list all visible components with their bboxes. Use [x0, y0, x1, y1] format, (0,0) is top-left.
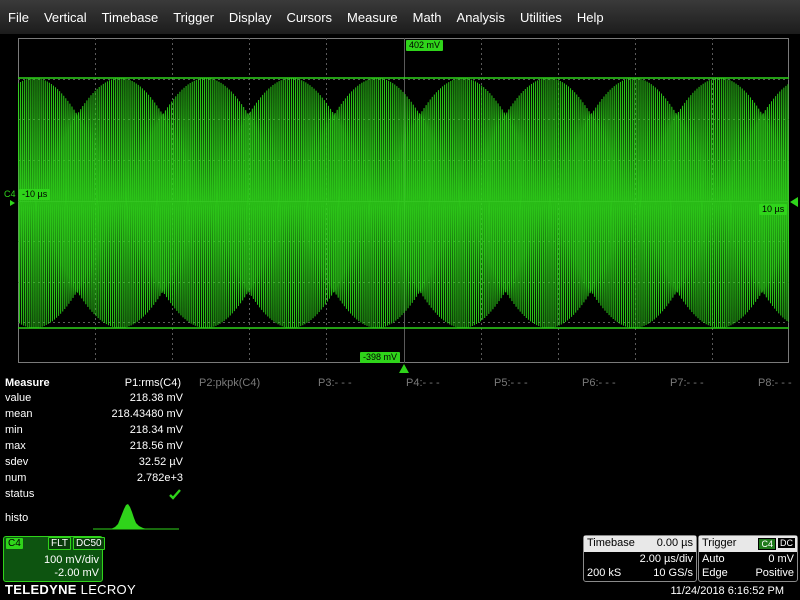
- param-p8[interactable]: P8:- - -: [758, 377, 792, 389]
- date-time: 11/24/2018 6:16:52 PM: [670, 585, 784, 597]
- measure-row-sdev: sdev 32.52 µV: [5, 456, 183, 472]
- param-p5[interactable]: P5:- - -: [494, 377, 528, 389]
- row-label: sdev: [5, 456, 29, 468]
- bottom-marker: -398 mV: [360, 352, 401, 363]
- waveform-display[interactable]: 402 mV -398 mV 10 µs -10 µs: [18, 38, 789, 363]
- menu-utilities[interactable]: Utilities: [512, 10, 569, 25]
- menu-measure[interactable]: Measure: [339, 10, 405, 25]
- row-value: 218.56 mV: [129, 440, 183, 452]
- trigger-title: Trigger: [702, 537, 737, 549]
- logo-bold: TELEDYNE: [5, 582, 77, 597]
- menu-vertical[interactable]: Vertical: [36, 10, 94, 25]
- menu-file[interactable]: File: [0, 10, 36, 25]
- trigger-source-badge: C4: [758, 538, 776, 550]
- param-p6[interactable]: P6:- - -: [582, 377, 616, 389]
- row-label: max: [5, 440, 26, 452]
- trigger-slope: Positive: [755, 567, 794, 579]
- menu-help[interactable]: Help: [569, 10, 611, 25]
- sample-count: 200 kS: [587, 567, 622, 579]
- trigger-type: Edge: [702, 567, 728, 579]
- channel-offset: -2.00 mV: [54, 567, 99, 579]
- logo-rest: LECROY: [76, 582, 136, 597]
- row-value: 218.38 mV: [129, 392, 183, 404]
- measure-row-min: min 218.34 mV: [5, 424, 183, 440]
- param-p7[interactable]: P7:- - -: [670, 377, 704, 389]
- row-value: 218.43480 mV: [111, 408, 183, 420]
- filter-badge: FLT: [48, 537, 72, 550]
- channel-c4-descriptor[interactable]: C4 FLT DC50 100 mV/div -2.00 mV: [3, 536, 105, 582]
- menu-trigger[interactable]: Trigger: [165, 10, 221, 25]
- channel-offset-arrow-icon[interactable]: [4, 199, 16, 207]
- param-p4[interactable]: P4:- - -: [406, 377, 440, 389]
- trigger-position-arrow-icon[interactable]: [399, 364, 409, 373]
- measure-row-num: num 2.782e+3: [5, 472, 183, 488]
- coupling-badge: DC50: [73, 537, 105, 550]
- row-label: min: [5, 424, 23, 436]
- menu-bar: File Vertical Timebase Trigger Display C…: [0, 0, 800, 34]
- param-p1[interactable]: P1:rms(C4): [113, 377, 181, 389]
- time-per-div: 2.00 µs/div: [639, 553, 693, 565]
- trigger-level: 0 mV: [768, 553, 794, 565]
- histogram-graphic[interactable]: [93, 502, 179, 530]
- timebase-delay: 0.00 µs: [656, 537, 693, 549]
- checkmark-icon: [169, 489, 181, 500]
- menu-analysis[interactable]: Analysis: [449, 10, 512, 25]
- trigger-header: Trigger C4 DC: [699, 536, 797, 552]
- sample-rate: 10 GS/s: [653, 567, 693, 579]
- teledyne-lecroy-logo: TELEDYNE LECROY: [5, 582, 136, 597]
- row-label: num: [5, 472, 27, 484]
- menu-display[interactable]: Display: [221, 10, 279, 25]
- waveform-grid[interactable]: [18, 38, 789, 363]
- trigger-descriptor[interactable]: Trigger C4 DC Auto 0 mV Edge Positive: [698, 535, 798, 582]
- menu-cursors[interactable]: Cursors: [279, 10, 340, 25]
- row-label: mean: [5, 408, 33, 420]
- right-time-marker: 10 µs: [759, 204, 788, 215]
- row-label: value: [5, 392, 32, 404]
- left-time-marker: -10 µs: [19, 189, 51, 200]
- top-marker: 402 mV: [406, 40, 444, 51]
- row-value: 2.782e+3: [136, 472, 183, 484]
- c4-waveform-trace: [18, 77, 789, 329]
- timebase-descriptor[interactable]: Timebase 0.00 µs 2.00 µs/div 200 kS 10 G…: [583, 535, 697, 582]
- trigger-mode: Auto: [702, 553, 725, 565]
- measure-panel: Measure P1:rms(C4) P2:pkpk(C4) P3:- - - …: [0, 374, 800, 534]
- measure-row-max: max 218.56 mV: [5, 440, 183, 456]
- row-label: status: [5, 488, 35, 500]
- timebase-title: Timebase: [587, 537, 635, 549]
- trigger-level-arrow-icon[interactable]: [789, 197, 799, 207]
- param-p2[interactable]: P2:pkpk(C4): [199, 377, 260, 389]
- measure-row-mean: mean 218.43480 mV: [5, 408, 183, 424]
- volts-per-div: 100 mV/div: [43, 554, 99, 566]
- trigger-coupling-badge: DC: [778, 538, 795, 548]
- row-value: 32.52 µV: [138, 456, 183, 468]
- measure-row-value: value 218.38 mV: [5, 392, 183, 408]
- timebase-header: Timebase 0.00 µs: [584, 536, 696, 552]
- measure-title: Measure: [5, 377, 50, 389]
- param-p3[interactable]: P3:- - -: [318, 377, 352, 389]
- menu-math[interactable]: Math: [405, 10, 449, 25]
- channel-name-badge: C4: [6, 538, 23, 549]
- row-label: histo: [5, 512, 29, 524]
- menu-timebase[interactable]: Timebase: [94, 10, 166, 25]
- row-value: 218.34 mV: [129, 424, 183, 436]
